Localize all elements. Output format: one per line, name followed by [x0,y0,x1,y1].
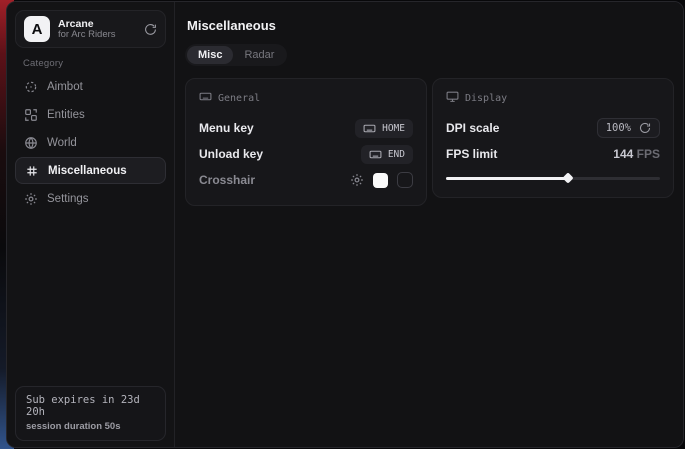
fps-slider-fill [446,177,568,180]
sidebar-item-world[interactable]: World [15,129,166,156]
crosshair-icon [24,80,38,94]
sidebar-item-entities[interactable]: Entities [15,101,166,128]
keyboard-icon [363,122,376,135]
subscription-info: Sub expires in 23d 20h session duration … [15,386,166,441]
tab-radar[interactable]: Radar [233,46,285,64]
app-subtitle: for Arc Riders [58,30,136,41]
crosshair-row: Crosshair [199,168,413,192]
unload-key-label: Unload key [199,147,263,161]
session-duration-text: session duration 50s [26,421,155,432]
dpi-scale-control[interactable]: 100% [597,118,660,138]
general-card: General Menu key HOME Unload key [185,78,427,206]
unload-key-row: Unload key END [199,142,413,166]
crosshair-label: Crosshair [199,173,255,187]
fps-limit-value: 144 [613,147,633,161]
app-logo: A [24,16,50,42]
fps-limit-unit: FPS [633,147,660,161]
menu-keybind-button[interactable]: HOME [355,119,413,138]
keyboard-icon [199,90,212,106]
entities-icon [24,108,38,122]
grid-icon [25,164,39,178]
fps-limit-slider[interactable] [446,172,660,184]
sidebar-item-label: Entities [47,109,85,121]
fps-limit-label: FPS limit [446,147,497,161]
brand-card: A Arcane for Arc Riders [15,10,166,48]
monitor-icon [446,90,459,106]
display-card: Display DPI scale 100% FPS limit [432,78,674,198]
crosshair-checkbox[interactable] [397,172,413,188]
fps-limit-row: FPS limit 144 FPS [446,142,660,166]
category-label: Category [23,58,174,69]
sidebar: A Arcane for Arc Riders Category Aimbot [7,2,175,447]
display-card-title: Display [465,93,507,104]
dpi-scale-row: DPI scale 100% [446,116,660,140]
globe-icon [24,136,38,150]
general-card-title: General [218,93,260,104]
page-title: Miscellaneous [187,18,674,33]
sync-icon[interactable] [144,23,157,36]
menu-key-row: Menu key HOME [199,116,413,140]
keyboard-icon [369,148,382,161]
reset-icon[interactable] [639,122,651,134]
sub-expiry-text: Sub expires in 23d 20h [26,394,155,418]
menu-key-label: Menu key [199,121,254,135]
tab-misc[interactable]: Misc [187,46,233,64]
crosshair-color-swatch[interactable] [373,173,388,188]
sidebar-item-label: Aimbot [47,81,83,93]
unload-keybind-button[interactable]: END [361,145,413,164]
dpi-scale-label: DPI scale [446,121,499,135]
sidebar-item-aimbot[interactable]: Aimbot [15,73,166,100]
overlay-window: A Arcane for Arc Riders Category Aimbot [6,1,684,448]
sidebar-item-label: Miscellaneous [48,165,127,177]
tab-bar: Misc Radar [185,44,287,66]
gear-icon [24,192,38,206]
sidebar-item-label: World [47,137,77,149]
dpi-scale-value: 100% [606,122,631,134]
app-name: Arcane [58,18,136,30]
main-panel: Miscellaneous Misc Radar General Menu ke… [175,2,684,447]
sidebar-item-settings[interactable]: Settings [15,185,166,212]
fps-slider-thumb[interactable] [562,172,573,183]
crosshair-settings-gear-icon[interactable] [350,173,364,187]
sidebar-item-miscellaneous[interactable]: Miscellaneous [15,157,166,184]
sidebar-nav: Aimbot Entities World [7,73,174,212]
sidebar-item-label: Settings [47,193,89,205]
